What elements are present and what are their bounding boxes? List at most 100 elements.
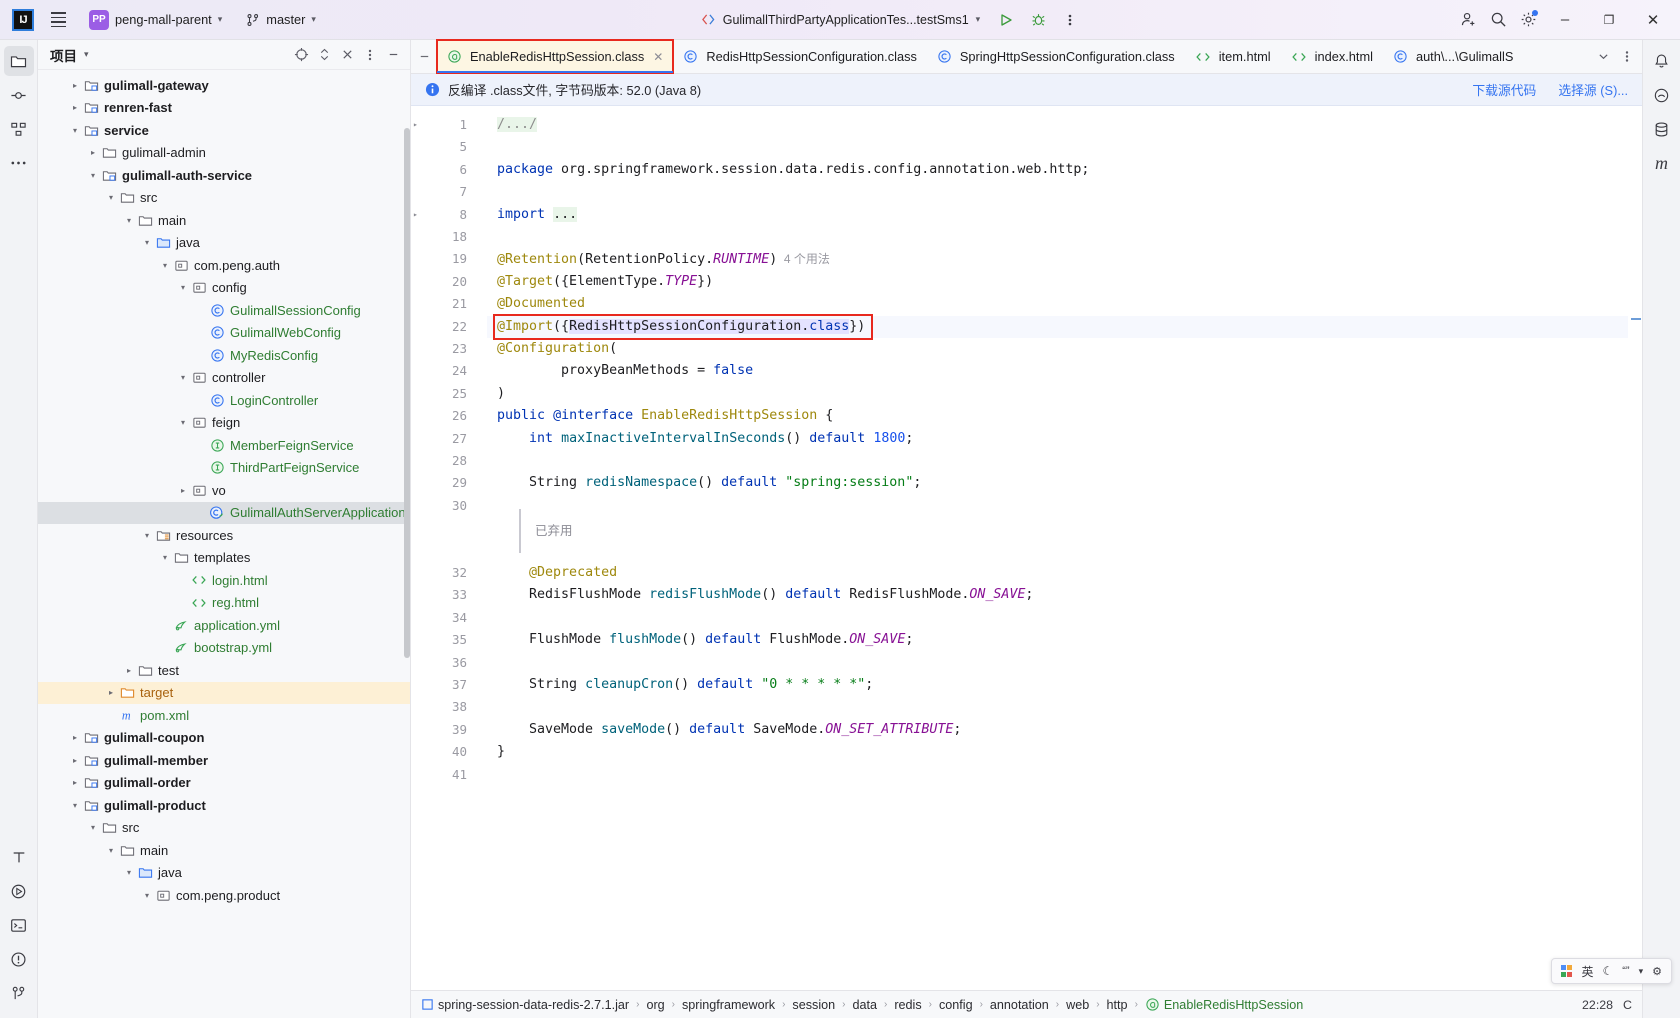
tree-node-java[interactable]: java — [38, 232, 410, 255]
chevron-open-icon[interactable] — [158, 261, 172, 270]
code-line[interactable]: @Configuration( — [497, 338, 617, 360]
sidebar-item-services[interactable] — [4, 876, 34, 906]
tree-node-reg-html[interactable]: reg.html — [38, 592, 410, 615]
editor-code-content[interactable]: /.../ package org.springframework.session… — [487, 106, 1628, 990]
project-selector[interactable]: PP peng-mall-parent ▾ — [82, 7, 229, 33]
sidebar-item-notifications[interactable] — [1647, 46, 1677, 76]
chevron-open-icon[interactable] — [158, 553, 172, 562]
ime-language-bar[interactable]: 英 ☾ “” ▾ ⚙ — [1550, 958, 1672, 984]
tree-node-gulimall-order[interactable]: gulimall-order — [38, 772, 410, 795]
maximize-window-button[interactable]: ❐ — [1588, 1, 1630, 39]
code-line[interactable]: String redisNamespace() default "spring:… — [497, 472, 921, 494]
sidebar-item-ai-assistant[interactable] — [1647, 80, 1677, 110]
breadcrumb-item[interactable]: annotation — [990, 998, 1049, 1012]
code-line[interactable]: RedisFlushMode redisFlushMode() default … — [497, 584, 1033, 606]
chevron-open-icon[interactable] — [86, 171, 100, 180]
breadcrumb-item[interactable]: web — [1066, 998, 1089, 1012]
editor-tab-item-html[interactable]: item.html — [1185, 40, 1281, 73]
code-line[interactable]: @Documented — [497, 293, 585, 315]
editor-fold-column[interactable]: ▸ ▸ — [413, 106, 487, 990]
breadcrumb-item[interactable]: session — [792, 998, 835, 1012]
breadcrumb-item[interactable]: spring-session-data-redis-2.7.1.jar — [421, 998, 629, 1012]
sidebar-item-git[interactable] — [4, 978, 34, 1008]
tree-node-gulimallsessionconfig[interactable]: GulimallSessionConfig — [38, 299, 410, 322]
close-icon[interactable]: ✕ — [653, 50, 663, 64]
code-line[interactable]: package org.springframework.session.data… — [497, 159, 1089, 181]
more-run-actions-button[interactable] — [1056, 6, 1084, 34]
editor-gutter[interactable]: 1 5 6 7 8 18 19 20 21 22 23 24 25 26 27 28 29 30 32 33 34 35 3… — [411, 106, 473, 990]
collapse-all-icon[interactable] — [336, 44, 358, 66]
sidebar-item-problems[interactable] — [4, 944, 34, 974]
sidebar-item-more[interactable] — [4, 148, 34, 178]
branch-selector[interactable]: master ▾ — [239, 9, 323, 30]
code-line[interactable]: @Import({RedisHttpSessionConfiguration.c… — [497, 316, 865, 338]
fold-marker-icon[interactable]: ▸ — [413, 120, 418, 129]
more-vertical-icon[interactable] — [359, 44, 381, 66]
chevron-closed-icon[interactable] — [68, 778, 82, 787]
tree-node-memberfeignservice[interactable]: MemberFeignService — [38, 434, 410, 457]
download-sources-link[interactable]: 下载源代码 — [1472, 80, 1536, 99]
moon-icon[interactable]: ☾ — [1603, 964, 1614, 978]
tree-node-com-peng-product[interactable]: com.peng.product — [38, 884, 410, 907]
chevron-open-icon[interactable] — [104, 846, 118, 855]
breadcrumb-item[interactable]: config — [939, 998, 973, 1012]
tree-node-feign[interactable]: feign — [38, 412, 410, 435]
chevron-open-icon[interactable] — [68, 126, 82, 135]
sidebar-item-maven[interactable]: m — [1647, 148, 1677, 178]
chevron-closed-icon[interactable] — [86, 148, 100, 157]
chevron-down-icon[interactable]: ▾ — [84, 49, 89, 60]
code-line[interactable]: FlushMode flushMode() default FlushMode.… — [497, 629, 913, 651]
tree-node-main[interactable]: main — [38, 839, 410, 862]
breadcrumb-item[interactable]: data — [852, 998, 877, 1012]
chevron-open-icon[interactable] — [122, 868, 136, 877]
chevron-icon[interactable]: ▾ — [1639, 966, 1644, 977]
close-window-button[interactable]: ✕ — [1632, 1, 1674, 39]
editor-tab-enableredishttpsession-class[interactable]: EnableRedisHttpSession.class ✕ — [435, 39, 675, 74]
tree-node-java[interactable]: java — [38, 862, 410, 885]
tree-node-target[interactable]: target — [38, 681, 410, 704]
sidebar-item-commit[interactable] — [4, 80, 34, 110]
code-line[interactable]: @Retention(RetentionPolicy.RUNTIME) 4 个用… — [497, 248, 830, 271]
tree-node-gulimall-auth-service[interactable]: gulimall-auth-service — [38, 164, 410, 187]
tree-node-bootstrap-yml[interactable]: bootstrap.yml — [38, 637, 410, 660]
tree-node-gulimall-member[interactable]: gulimall-member — [38, 749, 410, 772]
tabs-options-icon[interactable] — [1616, 46, 1638, 68]
tree-node-config[interactable]: config — [38, 277, 410, 300]
chevron-open-icon[interactable] — [104, 193, 118, 202]
chevron-open-icon[interactable] — [140, 238, 154, 247]
tree-node-gulimall-gateway[interactable]: gulimall-gateway — [38, 74, 410, 97]
sidebar-item-font-structure[interactable] — [4, 842, 34, 872]
code-line[interactable]: import ... — [497, 204, 578, 226]
chevron-open-icon[interactable] — [86, 823, 100, 832]
tree-node-templates[interactable]: templates — [38, 547, 410, 570]
tree-node-renren-fast[interactable]: renren-fast — [38, 97, 410, 120]
add-user-icon[interactable] — [1454, 6, 1482, 34]
target-icon[interactable] — [290, 44, 312, 66]
chevron-closed-icon[interactable] — [68, 733, 82, 742]
tree-node-resources[interactable]: resources — [38, 524, 410, 547]
choose-sources-link[interactable]: 选择源 (S)... — [1558, 80, 1628, 99]
gear-icon[interactable]: ⚙ — [1652, 965, 1662, 978]
editor-tab-auth-gulimalls[interactable]: auth\...\GulimallS — [1383, 40, 1523, 73]
chevron-open-icon[interactable] — [122, 216, 136, 225]
code-line[interactable]: int maxInactiveIntervalInSeconds() defau… — [497, 428, 913, 450]
chevron-open-icon[interactable] — [176, 283, 190, 292]
chevron-closed-icon[interactable] — [122, 666, 136, 675]
tree-node-src[interactable]: src — [38, 817, 410, 840]
tree-node-myredisconfig[interactable]: MyRedisConfig — [38, 344, 410, 367]
tree-node-src[interactable]: src — [38, 187, 410, 210]
tree-node-gulimall-coupon[interactable]: gulimall-coupon — [38, 727, 410, 750]
breadcrumb-item[interactable]: springframework — [682, 998, 775, 1012]
chevron-open-icon[interactable] — [140, 531, 154, 540]
chevron-open-icon[interactable] — [68, 801, 82, 810]
tree-node-service[interactable]: service — [38, 119, 410, 142]
run-configuration-selector[interactable]: GulimallThirdPartyApplicationTes...testS… — [693, 10, 988, 30]
minimize-window-button[interactable]: – — [1544, 1, 1586, 39]
code-line[interactable]: public @interface EnableRedisHttpSession… — [497, 405, 833, 427]
chevron-closed-icon[interactable] — [176, 486, 190, 495]
code-line[interactable]: String cleanupCron() default "0 * * * * … — [497, 674, 873, 696]
tree-node-gulimallauthserverapplication[interactable]: GulimallAuthServerApplication — [38, 501, 410, 524]
search-icon[interactable] — [1484, 6, 1512, 34]
main-menu-icon[interactable] — [44, 6, 72, 34]
sidebar-item-terminal[interactable] — [4, 910, 34, 940]
